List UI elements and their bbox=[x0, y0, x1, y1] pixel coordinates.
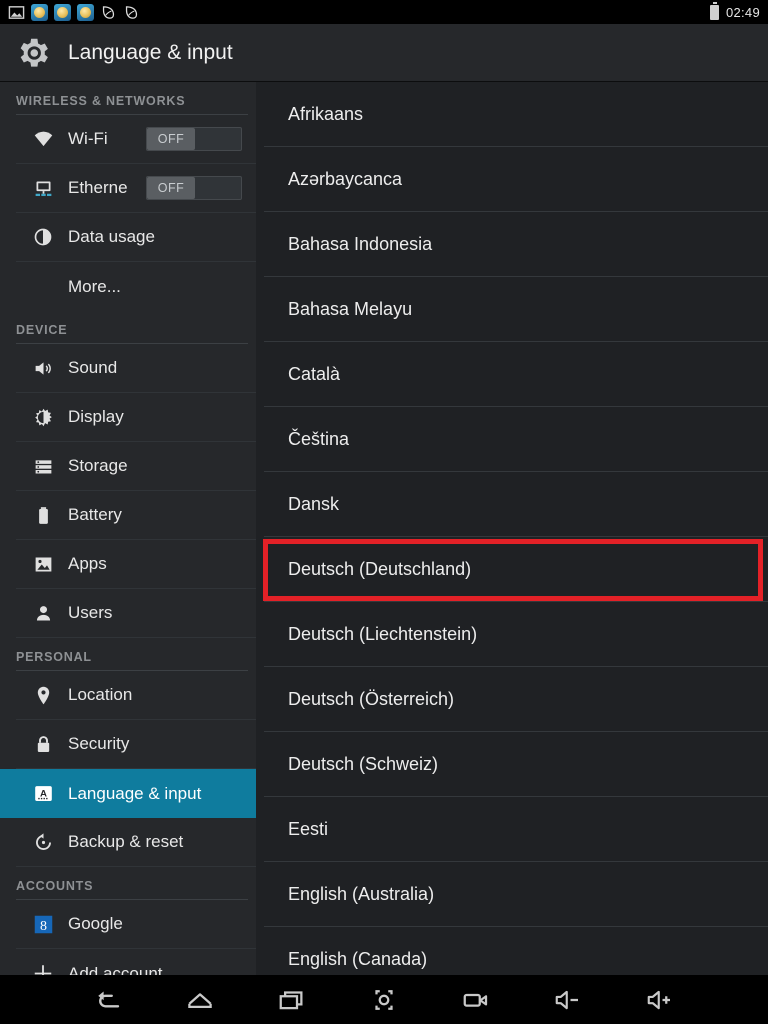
storage-icon bbox=[32, 456, 54, 477]
sidebar-item-add-account[interactable]: Add account bbox=[16, 949, 256, 975]
content-area: WIRELESS & NETWORKS Wi-Fi OFF bbox=[0, 82, 768, 975]
sidebar-section-header: WIRELESS & NETWORKS bbox=[16, 82, 248, 115]
app-icon bbox=[31, 4, 48, 21]
sidebar-item-more[interactable]: More... bbox=[16, 262, 256, 311]
list-item[interactable]: Català bbox=[264, 342, 768, 407]
android-settings-screen: 02:49 Language & input WIRELESS & NETWOR… bbox=[0, 0, 768, 1024]
display-icon bbox=[32, 407, 54, 428]
list-item[interactable]: Deutsch (Österreich) bbox=[264, 667, 768, 732]
sidebar-item-label: Data usage bbox=[68, 227, 248, 247]
list-item-deutsch-deutschland[interactable]: Deutsch (Deutschland) bbox=[264, 537, 768, 602]
plus-icon bbox=[32, 962, 54, 975]
sidebar-item-apps[interactable]: Apps bbox=[16, 540, 256, 589]
language-icon: A bbox=[32, 783, 54, 804]
back-icon[interactable] bbox=[88, 980, 128, 1020]
google-icon: 8 bbox=[32, 914, 54, 935]
apps-icon bbox=[32, 554, 54, 575]
sidebar-section-header: ACCOUNTS bbox=[16, 867, 248, 900]
sidebar-item-label: Wi-Fi bbox=[68, 129, 132, 149]
sidebar-item-label: Apps bbox=[68, 554, 248, 574]
sidebar-item-label: Battery bbox=[68, 505, 248, 525]
sidebar-item-label: Backup & reset bbox=[68, 832, 248, 852]
battery-icon bbox=[710, 5, 719, 20]
sidebar-item-battery[interactable]: Battery bbox=[16, 491, 256, 540]
list-item[interactable]: Deutsch (Schweiz) bbox=[264, 732, 768, 797]
list-item[interactable]: Čeština bbox=[264, 407, 768, 472]
svg-text:8: 8 bbox=[40, 918, 47, 933]
sidebar-item-security[interactable]: Security bbox=[16, 720, 256, 769]
ethernet-toggle[interactable]: OFF bbox=[146, 176, 242, 200]
sidebar-item-wifi[interactable]: Wi-Fi OFF bbox=[16, 115, 256, 164]
sidebar-item-label: Sound bbox=[68, 358, 248, 378]
list-item[interactable]: Bahasa Melayu bbox=[264, 277, 768, 342]
toggle-state-label: OFF bbox=[147, 177, 195, 199]
sidebar-item-label: Storage bbox=[68, 456, 248, 476]
wifi-toggle[interactable]: OFF bbox=[146, 127, 242, 151]
backup-reset-icon bbox=[32, 832, 54, 853]
system-navigation-bar[interactable] bbox=[0, 975, 768, 1024]
list-item[interactable]: Afrikaans bbox=[264, 82, 768, 147]
sidebar-item-display[interactable]: Display bbox=[16, 393, 256, 442]
settings-sidebar[interactable]: WIRELESS & NETWORKS Wi-Fi OFF bbox=[0, 82, 256, 975]
sidebar-item-location[interactable]: Location bbox=[16, 671, 256, 720]
toggle-state-label: OFF bbox=[147, 128, 195, 150]
page-title: Language & input bbox=[68, 41, 233, 65]
sidebar-item-label: Google bbox=[68, 914, 248, 934]
sidebar-item-data-usage[interactable]: Data usage bbox=[16, 213, 256, 262]
sidebar-item-label: Add account bbox=[68, 964, 248, 976]
sidebar-item-storage[interactable]: Storage bbox=[16, 442, 256, 491]
sidebar-item-label: Users bbox=[68, 603, 248, 623]
screen-record-icon[interactable] bbox=[456, 980, 496, 1020]
data-usage-icon bbox=[32, 227, 54, 247]
sound-icon bbox=[32, 358, 54, 379]
sidebar-section-header: DEVICE bbox=[16, 311, 248, 344]
sidebar-item-label: Location bbox=[68, 685, 248, 705]
sidebar-item-label: Security bbox=[68, 734, 248, 754]
list-item[interactable]: English (Canada) bbox=[264, 927, 768, 975]
sidebar-section-header: PERSONAL bbox=[16, 638, 248, 671]
sidebar-item-language-and-input[interactable]: A Language & input bbox=[0, 769, 256, 818]
sidebar-item-sound[interactable]: Sound bbox=[16, 344, 256, 393]
list-item[interactable]: Deutsch (Liechtenstein) bbox=[264, 602, 768, 667]
list-item[interactable]: Bahasa Indonesia bbox=[264, 212, 768, 277]
screenshot-icon[interactable] bbox=[364, 980, 404, 1020]
list-item[interactable]: Eesti bbox=[264, 797, 768, 862]
wifi-icon bbox=[32, 129, 54, 150]
status-bar-system-icons: 02:49 bbox=[710, 5, 760, 20]
gear-icon[interactable] bbox=[14, 34, 52, 72]
sidebar-item-google[interactable]: 8 Google bbox=[16, 900, 256, 949]
list-item[interactable]: English (Australia) bbox=[264, 862, 768, 927]
language-list[interactable]: Afrikaans Azərbaycanca Bahasa Indonesia … bbox=[256, 82, 768, 975]
volume-down-icon[interactable] bbox=[548, 980, 588, 1020]
sidebar-item-ethernet[interactable]: Etherne OFF bbox=[16, 164, 256, 213]
sidebar-item-label: Display bbox=[68, 407, 248, 427]
sidebar-item-users[interactable]: Users bbox=[16, 589, 256, 638]
sidebar-item-label: More... bbox=[68, 277, 248, 297]
status-bar-clock: 02:49 bbox=[726, 5, 760, 20]
location-pin-icon bbox=[32, 685, 54, 706]
sidebar-item-label: Language & input bbox=[68, 784, 248, 804]
sidebar-item-backup-and-reset[interactable]: Backup & reset bbox=[16, 818, 256, 867]
app-icon bbox=[77, 4, 94, 21]
recents-icon[interactable] bbox=[272, 980, 312, 1020]
users-icon bbox=[32, 603, 54, 624]
image-icon bbox=[8, 4, 25, 21]
battery-icon bbox=[32, 505, 54, 526]
action-bar: Language & input bbox=[0, 24, 768, 82]
home-icon[interactable] bbox=[180, 980, 220, 1020]
status-bar-notification-icons bbox=[8, 4, 140, 21]
leaf-icon bbox=[123, 4, 140, 21]
ethernet-icon bbox=[32, 178, 54, 199]
sidebar-item-label: Etherne bbox=[68, 178, 132, 198]
leaf-icon bbox=[100, 4, 117, 21]
lock-icon bbox=[32, 734, 54, 755]
app-icon bbox=[54, 4, 71, 21]
list-item[interactable]: Dansk bbox=[264, 472, 768, 537]
status-bar: 02:49 bbox=[0, 0, 768, 24]
volume-up-icon[interactable] bbox=[640, 980, 680, 1020]
list-item[interactable]: Azərbaycanca bbox=[264, 147, 768, 212]
